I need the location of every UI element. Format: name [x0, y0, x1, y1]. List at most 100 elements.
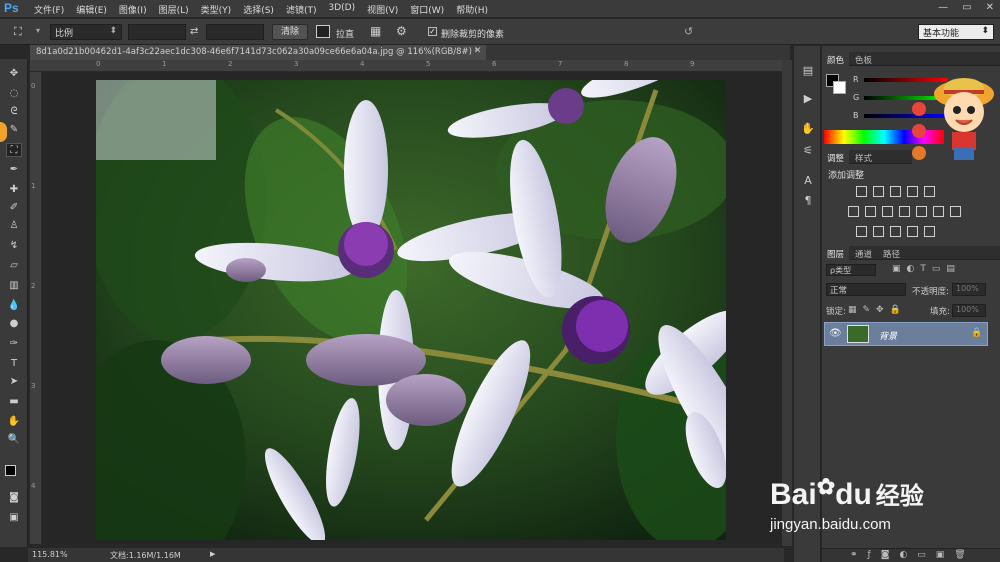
- menu-view[interactable]: 视图(V): [367, 3, 398, 16]
- straighten-icon[interactable]: [316, 25, 330, 38]
- tab-paths[interactable]: 路径: [878, 246, 905, 260]
- status-menu-arrow-icon[interactable]: ▶: [210, 550, 215, 558]
- fill-input[interactable]: 100%: [952, 304, 986, 317]
- menu-image[interactable]: 图像(I): [119, 3, 147, 16]
- reset-icon[interactable]: ↺: [684, 25, 693, 38]
- type-tool-icon[interactable]: T: [6, 357, 22, 371]
- flower-photo[interactable]: [96, 80, 726, 540]
- move-tool-icon[interactable]: ✥: [6, 67, 22, 81]
- channel-mixer-icon[interactable]: [916, 206, 927, 217]
- straighten-label[interactable]: 拉直: [336, 27, 354, 40]
- tab-close-icon[interactable]: ✕: [474, 46, 482, 56]
- ratio-dropdown[interactable]: 比例 ⬍: [50, 24, 122, 40]
- layer-filter-icons[interactable]: ▣◐T▭▤: [892, 264, 961, 274]
- exposure-icon[interactable]: [907, 186, 918, 197]
- crop-tool-icon[interactable]: ⛶: [14, 25, 22, 39]
- pen-tool-icon[interactable]: ✑: [6, 337, 22, 351]
- brush-tool-icon[interactable]: ✐: [6, 201, 22, 215]
- tab-color[interactable]: 颜色: [822, 52, 850, 66]
- history-panel-icon[interactable]: ▤: [800, 64, 816, 80]
- color-balance-icon[interactable]: [865, 206, 876, 217]
- tool-preset-arrow-icon[interactable]: ▾: [36, 26, 40, 35]
- layer-filter-dropdown[interactable]: ρ类型: [826, 264, 876, 276]
- zoom-level[interactable]: 115.81%: [32, 550, 68, 559]
- tab-swatches[interactable]: 色板: [850, 52, 877, 66]
- invert-icon[interactable]: [856, 226, 867, 237]
- tab-styles[interactable]: 样式: [850, 150, 877, 164]
- color-grid-icon[interactable]: [950, 206, 961, 217]
- hue-saturation-icon[interactable]: [848, 206, 859, 217]
- eyedropper-tool-icon[interactable]: ✒: [6, 163, 22, 177]
- blur-tool-icon[interactable]: 💧: [6, 299, 22, 313]
- vibrance-icon[interactable]: [924, 186, 935, 197]
- clone-stamp-tool-icon[interactable]: ♙: [6, 219, 22, 233]
- threshold-icon[interactable]: [890, 226, 901, 237]
- ruler-top-label: 5: [426, 60, 431, 68]
- black-white-icon[interactable]: [882, 206, 893, 217]
- menu-edit[interactable]: 编辑(E): [76, 3, 107, 16]
- menu-select[interactable]: 选择(S): [243, 3, 274, 16]
- color-spectrum[interactable]: [824, 130, 944, 144]
- lasso-tool-icon[interactable]: ᘓ: [6, 105, 22, 119]
- document-tab[interactable]: 8d1a0d21b00462d1-4af3c22aec1dc308-46e6f7…: [30, 45, 486, 60]
- visibility-eye-icon[interactable]: 👁: [829, 328, 842, 339]
- brightness-icon[interactable]: [856, 186, 867, 197]
- menu-help[interactable]: 帮助(H): [456, 3, 488, 16]
- height-input[interactable]: [206, 24, 264, 40]
- tool-presets-icon[interactable]: ✋: [800, 122, 816, 138]
- tab-channels[interactable]: 通道: [850, 246, 877, 260]
- menu-file[interactable]: 文件(F): [34, 3, 64, 16]
- workspace-dropdown[interactable]: 基本功能 ⬍: [918, 24, 994, 40]
- gradient-map-icon[interactable]: [924, 226, 935, 237]
- close-icon[interactable]: ✕: [986, 2, 994, 13]
- layers-panel-footer: ⚭ƒ◙◐▭▣🗑: [822, 548, 1000, 562]
- paragraph-panel-icon[interactable]: ¶: [800, 194, 816, 210]
- menu-filter[interactable]: 滤镜(T): [286, 3, 317, 16]
- settings-gear-icon[interactable]: ⚙: [396, 24, 407, 38]
- actions-panel-icon[interactable]: ▶: [800, 92, 816, 108]
- history-brush-tool-icon[interactable]: ↯: [6, 239, 22, 253]
- posterize-icon[interactable]: [873, 226, 884, 237]
- menu-window[interactable]: 窗口(W): [410, 3, 444, 16]
- overlay-grid-icon[interactable]: ▦: [370, 24, 381, 38]
- menu-3d[interactable]: 3D(D): [328, 3, 355, 16]
- tab-layers[interactable]: 图层: [822, 246, 850, 260]
- brush-presets-icon[interactable]: ⚟: [800, 144, 816, 160]
- bg-color-chip[interactable]: [833, 81, 846, 94]
- opacity-input[interactable]: 100%: [952, 283, 986, 296]
- menu-type[interactable]: 类型(Y): [201, 3, 232, 16]
- minimize-icon[interactable]: —: [938, 2, 948, 13]
- layer-footer-icons[interactable]: ⚭ƒ◙◐▭▣🗑: [850, 550, 976, 560]
- delete-cropped-checkbox[interactable]: ✓: [428, 27, 437, 36]
- color-lookup-icon[interactable]: [933, 206, 944, 217]
- zoom-tool-icon[interactable]: 🔍: [6, 433, 22, 447]
- quick-mask-icon[interactable]: ◙: [6, 491, 22, 505]
- layer-row-background[interactable]: 👁 背景 🔒: [824, 322, 988, 346]
- healing-brush-tool-icon[interactable]: ✚: [6, 183, 22, 197]
- levels-icon[interactable]: [873, 186, 884, 197]
- foreground-color-swatch[interactable]: [5, 465, 16, 476]
- width-input[interactable]: [128, 24, 186, 40]
- dodge-tool-icon[interactable]: ●: [6, 317, 22, 331]
- blend-mode-dropdown[interactable]: 正常: [826, 283, 906, 296]
- rectangle-tool-icon[interactable]: ▬: [6, 395, 22, 409]
- eraser-tool-icon[interactable]: ▱: [6, 259, 22, 273]
- selective-color-icon[interactable]: [907, 226, 918, 237]
- tab-adjustments[interactable]: 调整: [822, 150, 850, 164]
- vertical-scrollbar[interactable]: [782, 60, 792, 546]
- hand-tool-icon[interactable]: ✋: [6, 415, 22, 429]
- menu-layer[interactable]: 图层(L): [159, 3, 189, 16]
- character-panel-icon[interactable]: A: [800, 174, 816, 190]
- lock-icons[interactable]: ▦✎✥🔒: [848, 305, 907, 315]
- maximize-icon[interactable]: ▭: [962, 2, 971, 13]
- screen-mode-icon[interactable]: ▣: [6, 511, 22, 525]
- clear-button[interactable]: 清除: [272, 24, 308, 40]
- path-selection-tool-icon[interactable]: ➤: [6, 375, 22, 389]
- photo-filter-icon[interactable]: [899, 206, 910, 217]
- swap-icon[interactable]: ⇄: [190, 26, 198, 37]
- marquee-tool-icon[interactable]: ◌: [6, 87, 22, 101]
- curves-icon[interactable]: [890, 186, 901, 197]
- quick-selection-tool-icon[interactable]: ✎: [6, 123, 22, 137]
- crop-tool-icon[interactable]: ⛶: [6, 143, 22, 157]
- gradient-tool-icon[interactable]: ▥: [6, 279, 22, 293]
